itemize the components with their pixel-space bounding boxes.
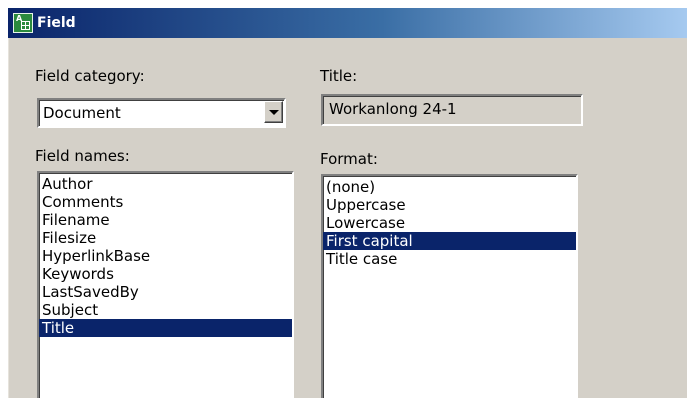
title-label: Title: <box>320 67 358 85</box>
list-item[interactable]: Subject <box>39 301 292 319</box>
title-field-value: Workanlong 24-1 <box>329 100 457 118</box>
dropdown-button[interactable] <box>264 101 283 123</box>
list-item[interactable]: (none) <box>323 178 576 196</box>
list-item[interactable]: Filesize <box>39 229 292 247</box>
field-names-label: Field names: <box>35 147 130 165</box>
list-item[interactable]: Uppercase <box>323 196 576 214</box>
list-item[interactable]: Keywords <box>39 265 292 283</box>
list-item[interactable]: First capital <box>323 232 576 250</box>
title-field[interactable]: Workanlong 24-1 <box>321 94 583 126</box>
field-names-items: Author Comments Filename Filesize HyperlinkB… <box>39 173 292 337</box>
chevron-down-icon <box>269 110 279 115</box>
list-item[interactable]: Title <box>39 319 292 337</box>
format-label: Format: <box>320 150 378 168</box>
field-dialog: A Field Field category: Document Title: … <box>7 7 687 398</box>
title-bar[interactable]: A Field <box>8 8 687 38</box>
field-app-icon: A <box>13 13 33 33</box>
field-names-list[interactable]: Author Comments Filename Filesize HyperlinkB… <box>37 171 294 398</box>
list-item[interactable]: Lowercase <box>323 214 576 232</box>
field-category-value: Document <box>43 104 121 122</box>
list-item[interactable]: Title case <box>323 250 576 268</box>
list-item[interactable]: Author <box>39 175 292 193</box>
list-item[interactable]: HyperlinkBase <box>39 247 292 265</box>
list-item[interactable]: Filename <box>39 211 292 229</box>
field-category-label: Field category: <box>35 67 145 85</box>
list-item[interactable]: LastSavedBy <box>39 283 292 301</box>
format-items: (none) Uppercase Lowercase First capital Tit… <box>323 176 576 268</box>
window-title: Field <box>37 15 76 31</box>
field-category-dropdown[interactable]: Document <box>37 98 286 128</box>
format-list[interactable]: (none) Uppercase Lowercase First capital Tit… <box>321 174 578 398</box>
list-item[interactable]: Comments <box>39 193 292 211</box>
